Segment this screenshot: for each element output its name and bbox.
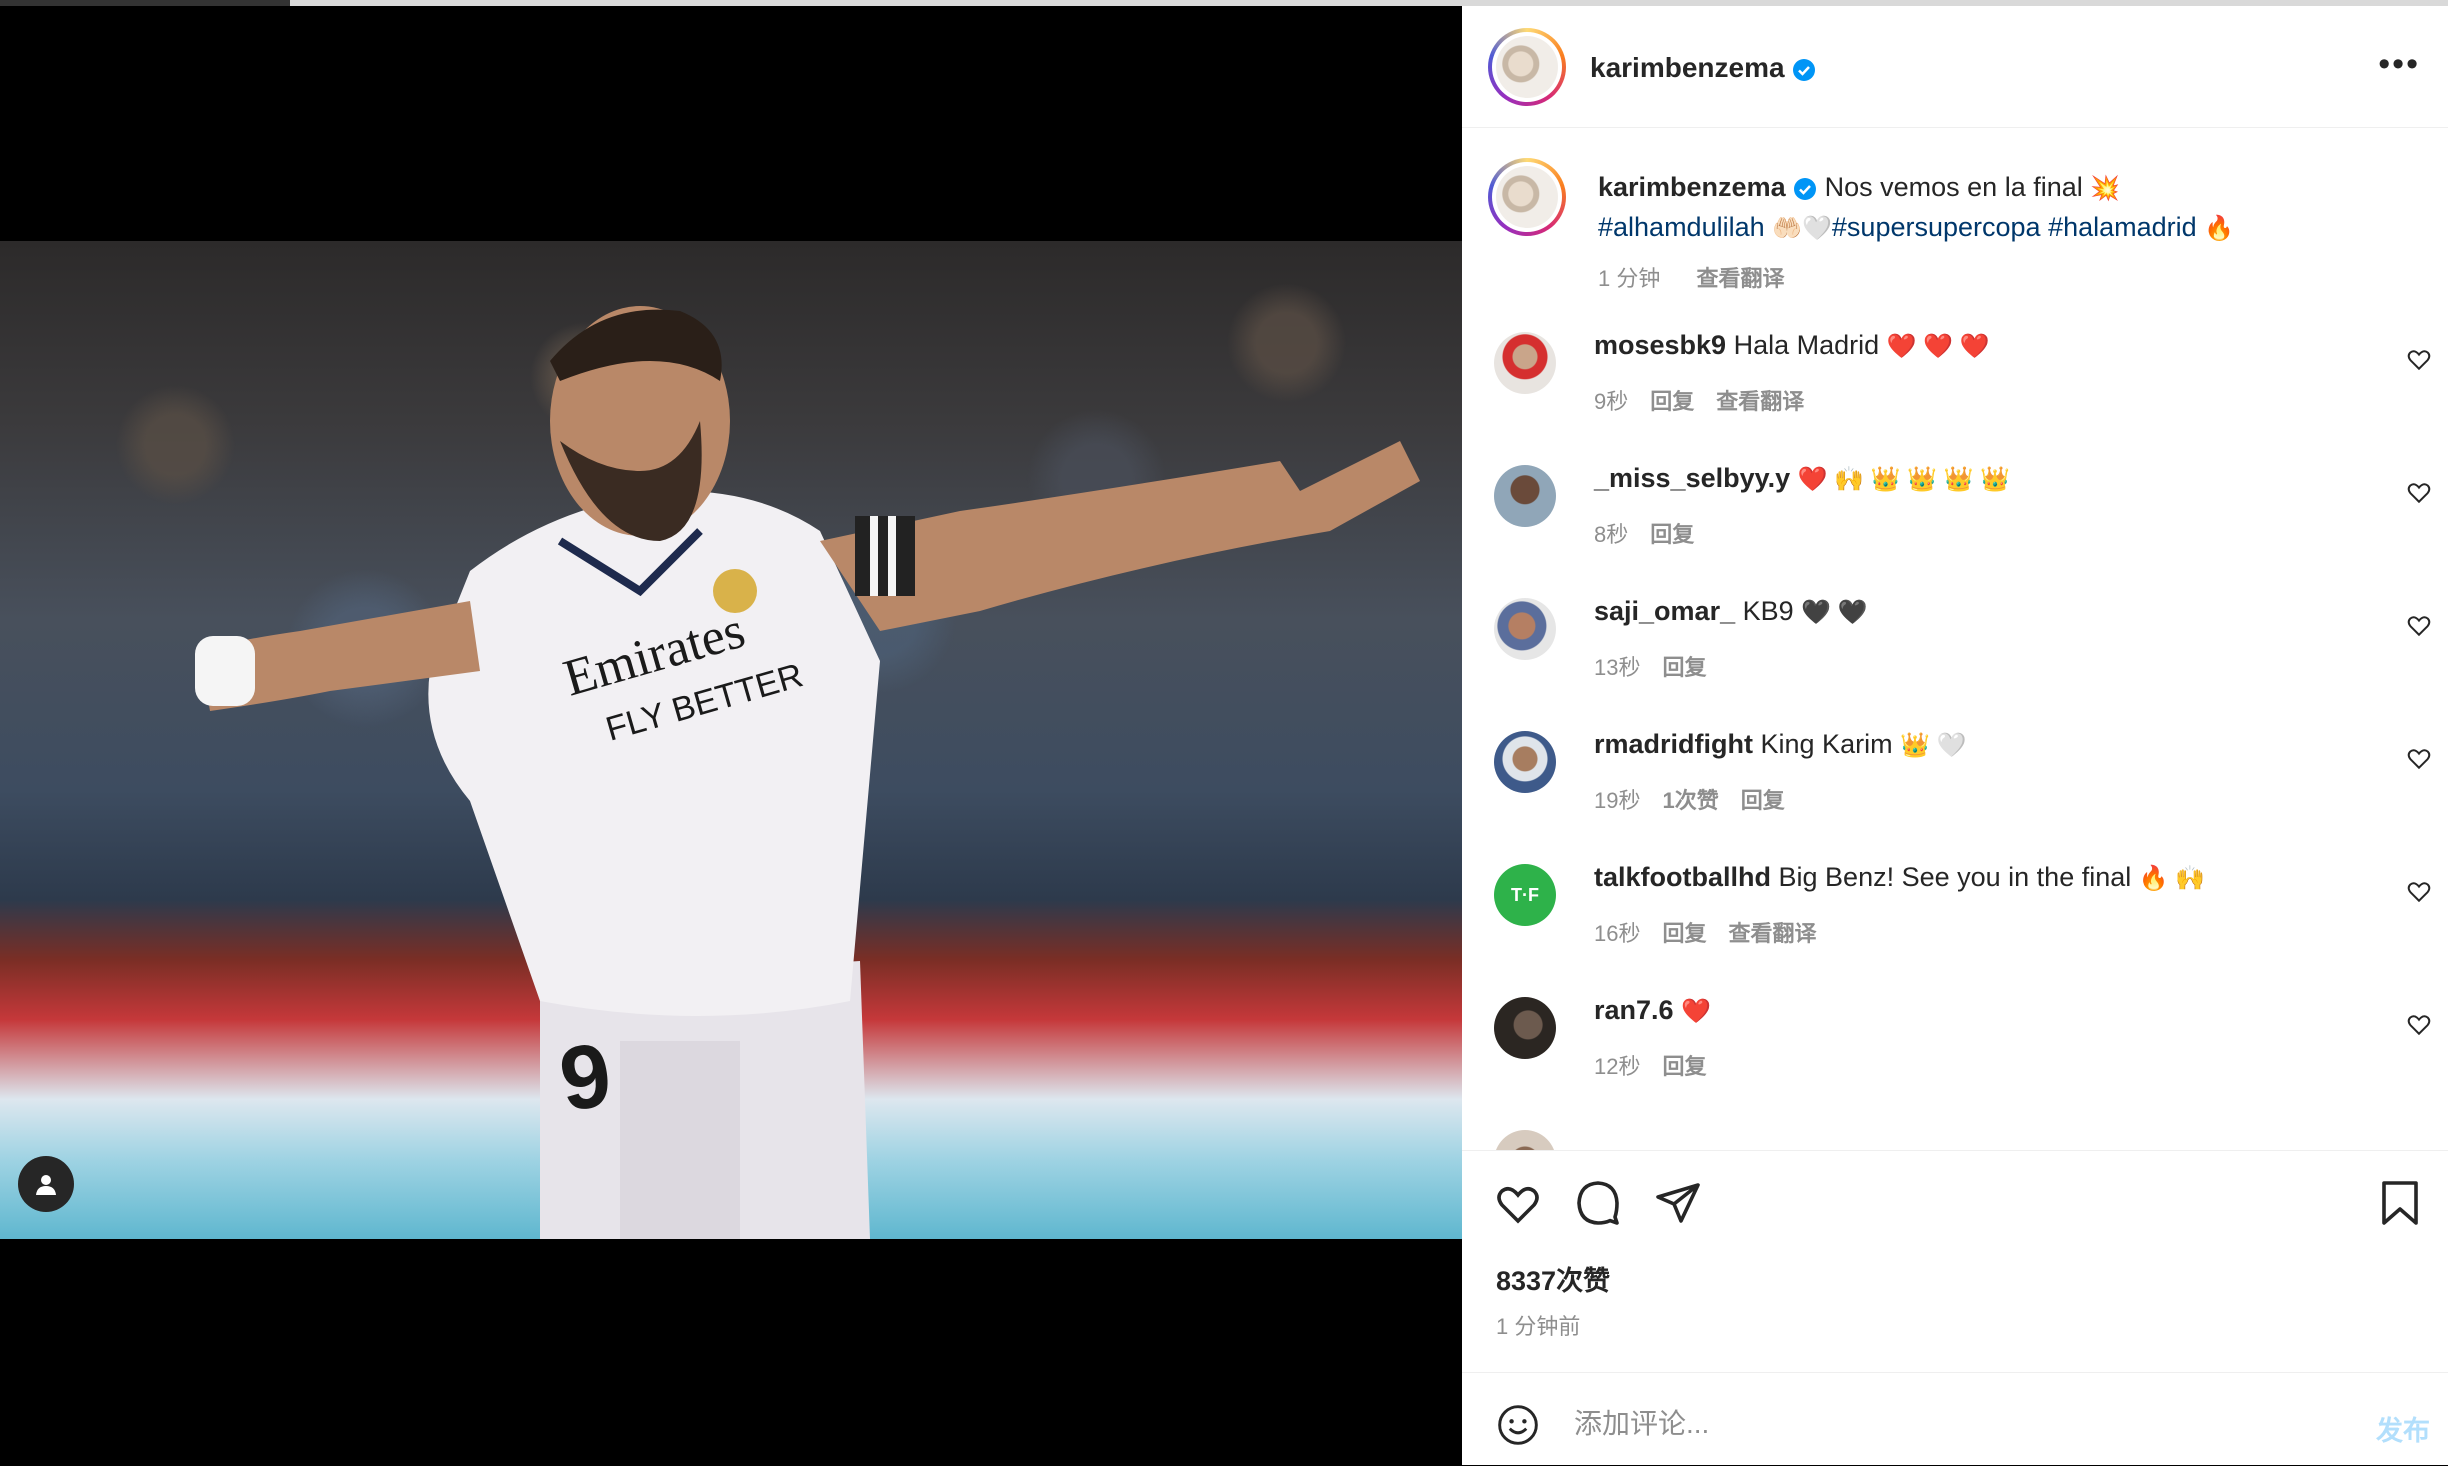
post-photo[interactable]: Emirates FLY BETTER 9	[0, 241, 1462, 1239]
reply-button[interactable]: 回复	[1650, 389, 1694, 414]
comment-time[interactable]: 9秒	[1594, 389, 1628, 414]
caption-emoji: 🔥	[2204, 215, 2235, 242]
author-username-text[interactable]: karimbenzema	[1590, 52, 1785, 83]
heart-icon[interactable]	[2406, 878, 2432, 904]
hashtag-link[interactable]: #supersupercopa	[1832, 212, 2041, 242]
commenter-avatar[interactable]: T·F	[1494, 864, 1556, 926]
post-timestamp[interactable]: 1 分钟前	[1496, 1309, 1580, 1341]
commenter-username[interactable]: mosesbk9	[1594, 330, 1726, 360]
commenter-avatar[interactable]	[1494, 997, 1556, 1059]
commenter-username[interactable]: ran7.6	[1594, 995, 1674, 1025]
verified-badge-icon	[1793, 58, 1816, 81]
caption-text: Nos vemos en la final	[1824, 172, 2083, 202]
likes-count[interactable]: 8337次赞	[1496, 1259, 1610, 1298]
heart-icon[interactable]	[2406, 612, 2432, 638]
post-header: karimbenzema •••	[1462, 6, 2448, 128]
comment-item: T·F talkfootballhd Big Benz! See you in …	[1462, 862, 2448, 997]
commenter-avatar[interactable]	[1494, 465, 1556, 527]
heart-icon[interactable]	[1494, 1179, 1542, 1227]
post-caption: karimbenzema Nos vemos en la final 💥 #al…	[1598, 168, 2378, 298]
post-media-area[interactable]: Emirates FLY BETTER 9	[0, 6, 1462, 1465]
post-actions: 8337次赞 1 分钟前	[1462, 1150, 2448, 1373]
caption-username[interactable]: karimbenzema	[1598, 172, 1786, 202]
reply-button[interactable]: 回复	[1662, 655, 1706, 680]
commenter-username[interactable]: rmadridfight	[1594, 729, 1753, 759]
comment-time[interactable]: 13秒	[1594, 655, 1640, 680]
tagged-users-button[interactable]	[18, 1156, 74, 1212]
caption-meta: 1 分钟 查看翻译	[1598, 260, 2378, 298]
smile-icon[interactable]	[1496, 1403, 1540, 1447]
add-comment-bar: 发布	[1462, 1372, 2448, 1466]
comment-emoji: 👑 🤍	[1900, 732, 1967, 759]
comment-item: rmadridfight King Karim 👑 🤍 19秒 1次赞 回复	[1462, 729, 2448, 864]
reply-button[interactable]: 回复	[1650, 522, 1694, 547]
comment-text: KB9	[1742, 596, 1794, 626]
comment-text: Big Benz! See you in the final	[1778, 862, 2132, 892]
comments-list[interactable]: karimbenzema Nos vemos en la final 💥 #al…	[1462, 128, 2448, 1150]
comment-emoji: ❤️	[1681, 998, 1711, 1025]
comment-icon[interactable]	[1574, 1179, 1622, 1227]
translate-link[interactable]: 查看翻译	[1696, 266, 1784, 291]
send-icon[interactable]	[1654, 1179, 1702, 1227]
comment-text: Hala Madrid	[1733, 330, 1880, 360]
comment-item: _miss_selbyy.y ❤️ 🙌 👑 👑 👑 👑 8秒 回复	[1462, 463, 2448, 598]
reply-button[interactable]: 回复	[1662, 1054, 1706, 1079]
translate-link[interactable]: 查看翻译	[1729, 921, 1817, 946]
heart-icon[interactable]	[2406, 479, 2432, 505]
caption-emoji: 💥	[2090, 175, 2121, 202]
caption-author-avatar[interactable]	[1488, 158, 1566, 236]
comment-item-partial	[1462, 1130, 2448, 1150]
heart-icon[interactable]	[2406, 1011, 2432, 1037]
bookmark-icon[interactable]	[2378, 1179, 2422, 1227]
hashtag-link[interactable]: #alhamdulilah	[1598, 212, 1765, 242]
heart-icon[interactable]	[2406, 346, 2432, 372]
caption-time[interactable]: 1 分钟	[1598, 266, 1660, 291]
comment-time[interactable]: 19秒	[1594, 788, 1640, 813]
comment-like-count[interactable]: 1次赞	[1662, 788, 1718, 813]
comment-emoji: ❤️ 🙌 👑 👑 👑 👑	[1797, 466, 2011, 493]
commenter-avatar[interactable]	[1494, 1130, 1556, 1150]
comment-emoji: 🖤 🖤	[1801, 599, 1868, 626]
commenter-username[interactable]: _miss_selbyy.y	[1594, 463, 1790, 493]
post-comment-button[interactable]: 发布	[2376, 1409, 2430, 1448]
comment-item: mosesbk9 Hala Madrid ❤️ ❤️ ❤️ 9秒 回复 查看翻译	[1462, 330, 2448, 465]
user-icon	[36, 1175, 56, 1195]
caption-emoji: 🤲🏻🤍	[1772, 215, 1832, 242]
author-username[interactable]: karimbenzema	[1590, 52, 1816, 84]
translate-link[interactable]: 查看翻译	[1716, 389, 1804, 414]
author-avatar[interactable]	[1488, 28, 1566, 106]
comment-time[interactable]: 8秒	[1594, 522, 1628, 547]
comment-item: saji_omar_ KB9 🖤 🖤 13秒 回复	[1462, 596, 2448, 731]
verified-badge-icon	[1794, 177, 1817, 200]
comment-emoji: 🔥 🙌	[2138, 865, 2206, 892]
comment-time[interactable]: 16秒	[1594, 921, 1640, 946]
reply-button[interactable]: 回复	[1741, 788, 1785, 813]
comment-time[interactable]: 12秒	[1594, 1054, 1640, 1079]
post-details-panel: karimbenzema ••• karimbenzema Nos vemos …	[1462, 6, 2448, 1465]
talkfootball-logo-icon: T·F	[1511, 884, 1539, 905]
player-illustration: Emirates FLY BETTER 9	[195, 306, 1420, 1239]
commenter-username[interactable]: talkfootballhd	[1594, 862, 1771, 892]
comment-input[interactable]	[1572, 1403, 2276, 1445]
more-icon[interactable]: •••	[2378, 47, 2420, 81]
hashtag-link[interactable]: #halamadrid	[2048, 212, 2197, 242]
commenter-avatar[interactable]	[1494, 598, 1556, 660]
comment-item: ran7.6 ❤️ 12秒 回复	[1462, 995, 2448, 1130]
reply-button[interactable]: 回复	[1662, 921, 1706, 946]
comment-emoji: ❤️ ❤️ ❤️	[1886, 333, 1990, 360]
commenter-avatar[interactable]	[1494, 332, 1556, 394]
commenter-username[interactable]: saji_omar_	[1594, 596, 1735, 626]
comment-text: King Karim	[1760, 729, 1893, 759]
commenter-avatar[interactable]	[1494, 731, 1556, 793]
heart-icon[interactable]	[2406, 745, 2432, 771]
